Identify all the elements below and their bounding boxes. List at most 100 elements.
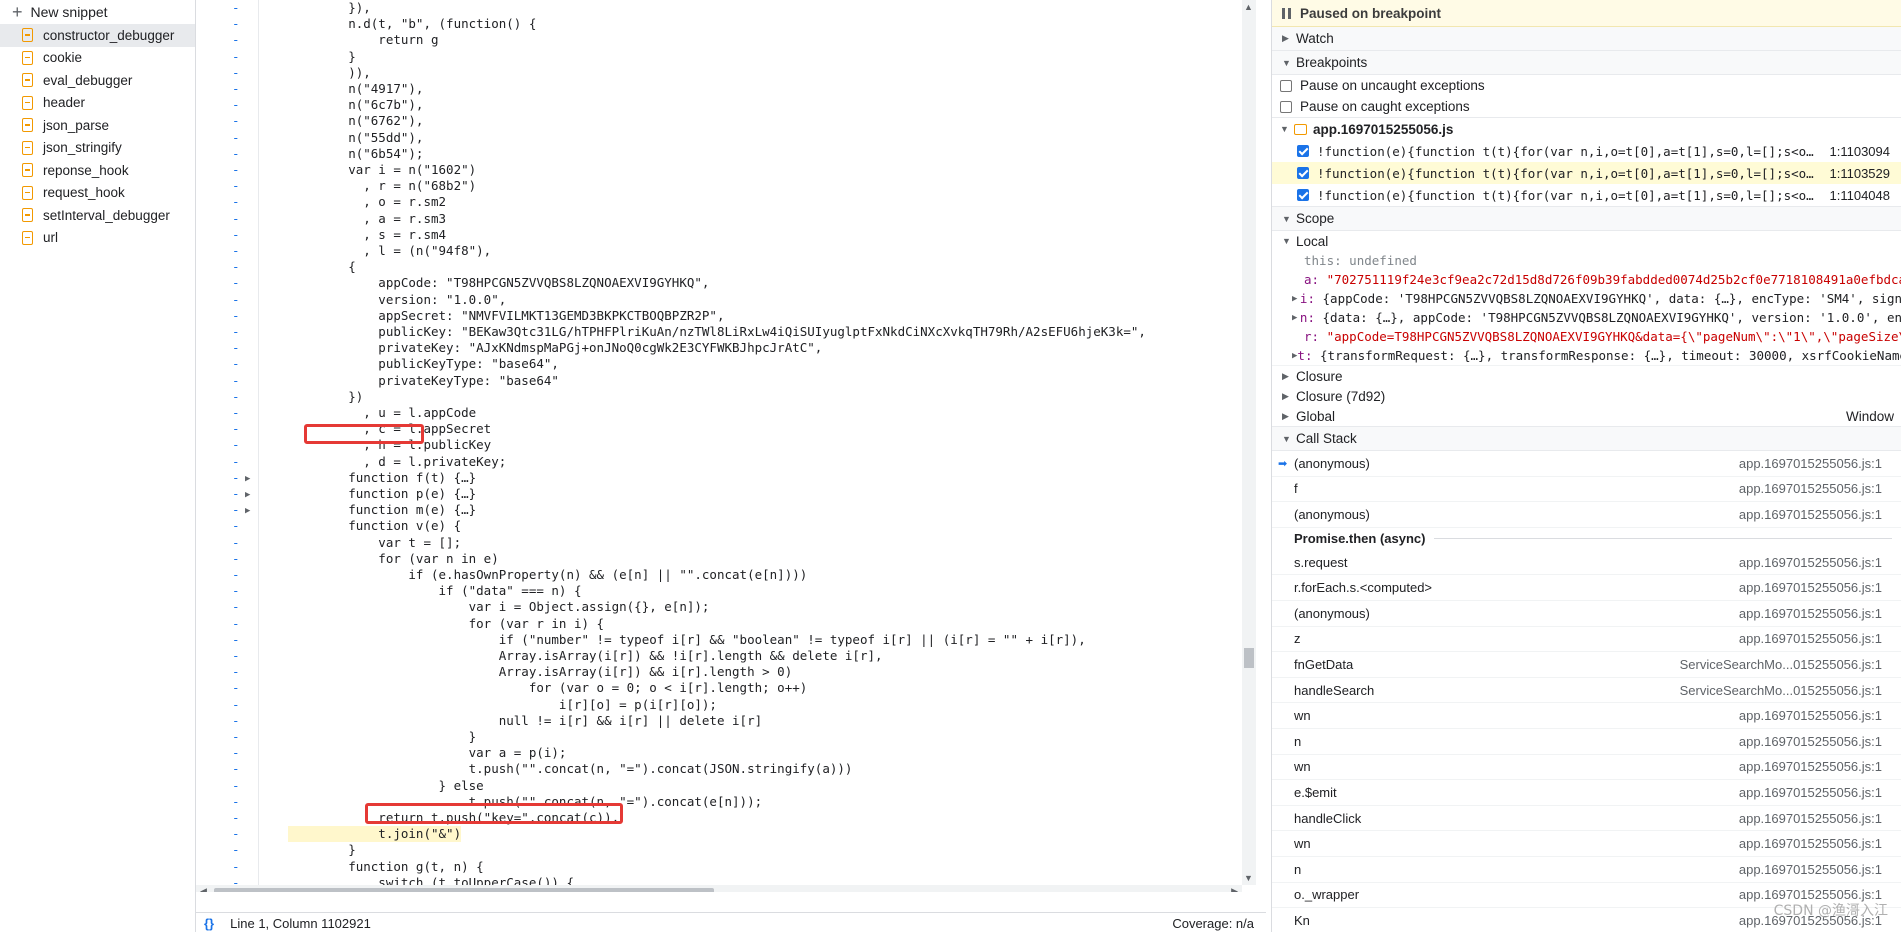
callstack-frame[interactable]: n app.1697015255056.js:1 [1272,857,1901,883]
scroll-up-icon[interactable]: ▲ [1244,2,1253,12]
line-marker: - [232,356,240,372]
fold-arrow-icon[interactable]: ▶ [245,487,250,503]
scroll-right-icon[interactable]: ▶ [1231,886,1238,892]
closure-7d92-row[interactable]: ▶ Closure (7d92) [1272,386,1901,406]
pause-uncaught-checkbox[interactable] [1280,79,1292,92]
snippet-item[interactable]: json_stringify [0,137,195,160]
closure-7d92-label: Closure (7d92) [1296,388,1386,404]
snippet-item[interactable]: url [0,227,195,250]
file-icon [22,230,33,245]
breakpoint-file-row[interactable]: ▼ app.1697015255056.js [1272,118,1901,140]
collapse-triangle-icon: ▼ [1280,124,1289,134]
callstack-frame[interactable]: ➡ (anonymous) app.1697015255056.js:1 [1272,451,1901,477]
plus-icon: + [12,2,23,22]
snippet-item[interactable]: constructor_debugger [0,24,195,47]
callstack-frame[interactable]: fnGetData ServiceSearchMo...015255056.js:… [1272,652,1901,678]
vertical-scrollbar[interactable]: ▲ ▼ [1242,0,1256,885]
code-line: - null != i[r] && i[r] || delete i[r] [196,713,1256,729]
scroll-down-icon[interactable]: ▼ [1244,873,1253,883]
callstack-frame[interactable]: wn app.1697015255056.js:1 [1272,831,1901,857]
frame-location: app.1697015255056.js:1 [1738,580,1882,596]
snippet-item[interactable]: setInterval_debugger [0,204,195,227]
breakpoints-section-header[interactable]: ▼ Breakpoints [1272,51,1901,75]
pause-caught-checkbox[interactable] [1280,100,1292,113]
callstack-frame[interactable]: e.$emit app.1697015255056.js:1 [1272,780,1901,806]
horizontal-scroll-thumb[interactable] [214,888,714,892]
scope-section-header[interactable]: ▼ Scope [1272,206,1901,231]
breakpoint-row[interactable]: !function(e){function t(t){for(var n,i,o… [1272,184,1901,206]
callstack-section-header[interactable]: ▼ Call Stack [1272,426,1901,451]
frame-location: app.1697015255056.js:1 [1738,861,1882,877]
code-line: - n("55dd"), [196,130,1256,146]
breakpoint-list: !function(e){function t(t){for(var n,i,o… [1272,140,1901,206]
scope-var-a[interactable]: a: "702751119f24e3cf9ea2c72d15d8d726f09b… [1272,270,1901,289]
line-marker: - [232,664,240,680]
pretty-print-button[interactable]: {} [204,916,214,931]
global-row[interactable]: ▶ Global Window [1272,406,1901,426]
breakpoint-row[interactable]: !function(e){function t(t){for(var n,i,o… [1272,162,1901,184]
expand-triangle-icon[interactable]: ▶ [1292,294,1300,304]
code-line: - for (var r in i) { [196,616,1256,632]
snippet-label: json_stringify [43,140,122,156]
scope-var-r[interactable]: r: "appCode=T98HPCGN5ZVVQBS8LZQNOAEXVI9G… [1272,327,1901,346]
expand-triangle-icon[interactable]: ▶ [1292,313,1300,323]
callstack-frame[interactable]: wn app.1697015255056.js:1 [1272,755,1901,781]
pause-caught-label: Pause on caught exceptions [1300,99,1470,114]
callstack-frame[interactable]: handleSearch ServiceSearchMo...015255056.… [1272,678,1901,704]
closure-row[interactable]: ▶ Closure [1272,365,1901,386]
callstack-list-async: s.request app.1697015255056.js:1 r.forEach… [1272,550,1901,932]
expand-triangle-icon: ▶ [1282,390,1289,401]
frame-location: ServiceSearchMo...015255056.js:1 [1679,656,1882,672]
code-editor[interactable]: - }), - n.d(t, "b", (function() {- return… [196,0,1256,892]
line-marker: - [232,777,240,793]
code-line: - } [196,49,1256,65]
callstack-frame[interactable]: n app.1697015255056.js:1 [1272,729,1901,755]
scroll-left-icon[interactable]: ◀ [200,886,207,892]
expand-triangle-icon: ▶ [1282,410,1289,421]
file-icon [22,208,33,223]
line-marker: - [232,534,240,550]
callstack-frame[interactable]: r.forEach.s.<computed> app.1697015255056.… [1272,575,1901,601]
pause-uncaught-row[interactable]: Pause on uncaught exceptions [1272,75,1901,96]
line-marker: - [232,583,240,599]
vertical-scroll-thumb[interactable] [1244,648,1254,668]
pause-caught-row[interactable]: Pause on caught exceptions [1272,96,1901,118]
callstack-frame[interactable]: (anonymous) app.1697015255056.js:1 [1272,601,1901,627]
snippet-item[interactable]: header [0,92,195,115]
line-marker: - [232,291,240,307]
breakpoint-checkbox[interactable] [1297,145,1309,157]
frame-function: (anonymous) [1294,605,1370,621]
watch-section-header[interactable]: ▶ Watch [1272,27,1901,51]
scope-var-i[interactable]: ▶ i: {appCode: 'T98HPCGN5ZVVQBS8LZQNOAEX… [1272,289,1901,308]
scope-var-n[interactable]: ▶ n: {data: {…}, appCode: 'T98HPCGN5ZVVQ… [1272,308,1901,327]
new-snippet-button[interactable]: + New snippet [0,0,195,24]
horizontal-scrollbar[interactable]: ◀ ▶ [196,885,1242,892]
callstack-frame[interactable]: wn app.1697015255056.js:1 [1272,703,1901,729]
callstack-frame[interactable]: s.request app.1697015255056.js:1 [1272,550,1901,576]
code-line: - t.join("&") [196,826,1256,843]
breakpoint-row[interactable]: !function(e){function t(t){for(var n,i,o… [1272,140,1901,162]
code-line: - n("6b54"); [196,146,1256,162]
breakpoint-checkbox[interactable] [1297,189,1309,201]
cursor-position: Line 1, Column 1102921 [230,915,371,931]
fold-arrow-icon[interactable]: ▶ [245,503,250,519]
callstack-frame[interactable]: handleClick app.1697015255056.js:1 [1272,806,1901,832]
line-marker: - [232,97,240,113]
callstack-frame[interactable]: z app.1697015255056.js:1 [1272,627,1901,653]
snippet-item[interactable]: cookie [0,47,195,70]
snippet-item[interactable]: json_parse [0,114,195,137]
callstack-frame[interactable]: f app.1697015255056.js:1 [1272,477,1901,503]
callstack-frame[interactable]: (anonymous) app.1697015255056.js:1 [1272,502,1901,528]
snippet-item[interactable]: reponse_hook [0,159,195,182]
line-marker: - [232,81,240,96]
snippet-item[interactable]: request_hook [0,182,195,205]
breakpoint-checkbox[interactable] [1297,167,1309,179]
fold-arrow-icon[interactable]: ▶ [245,471,250,487]
code-line: - var a = p(i); [196,745,1256,761]
frame-location: app.1697015255056.js:1 [1738,481,1882,497]
snippet-item[interactable]: eval_debugger [0,69,195,92]
scope-var-t[interactable]: ▶ t: {transformRequest: {…}, transformRe… [1272,346,1901,365]
code-text: publicKeyType: "base64", [288,356,559,372]
frame-function: fnGetData [1294,656,1354,672]
local-scope-header[interactable]: ▼ Local [1272,231,1901,251]
